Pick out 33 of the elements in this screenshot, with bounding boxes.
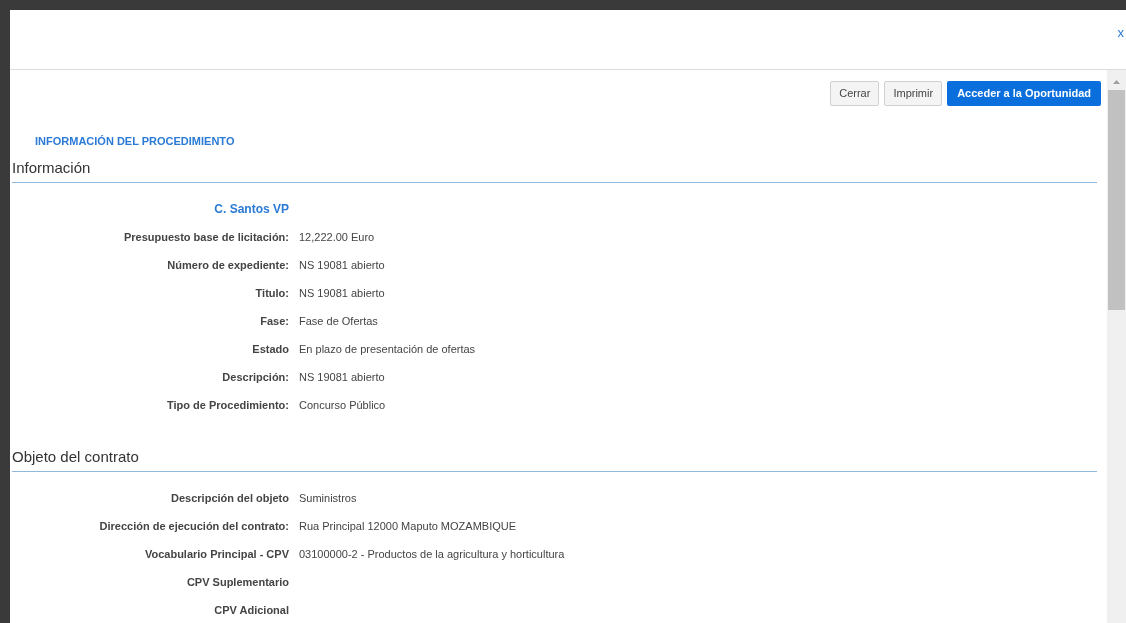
field-label: Número de expediente: — [166, 257, 289, 273]
field-value: 12,222.00 Euro — [299, 229, 375, 245]
field-label: Tipo de Procedimiento: — [165, 397, 289, 413]
field-value: Concurso Público — [299, 397, 386, 413]
field-label: CPV Suplementario — [185, 574, 289, 590]
section-heading: Información — [12, 159, 91, 176]
field-value: NS 19081 abierto — [299, 285, 385, 301]
field-value: NS 19081 abierto — [299, 257, 385, 273]
field-label: Vocabulario Principal - CPV — [143, 546, 289, 562]
section-heading: Objeto del contrato — [12, 448, 139, 465]
field-value: Fase de Ofertas — [299, 313, 378, 329]
field-label: CPV Adicional — [213, 602, 289, 618]
field-label: Titulo: — [254, 285, 289, 301]
scrollbar[interactable] — [1107, 70, 1126, 623]
scrollbar-thumb[interactable] — [1108, 90, 1125, 310]
section-title: INFORMACIÓN DEL PROCEDIMIENTO — [35, 135, 235, 147]
close-button[interactable]: x — [1117, 26, 1124, 39]
field-label: Descripción del objeto — [170, 490, 289, 506]
scroll-up-icon[interactable] — [1113, 80, 1120, 84]
field-label: Fase: — [259, 313, 289, 329]
secondary-button[interactable]: Imprimir — [884, 81, 943, 106]
primary-button[interactable]: Acceder a la Oportunidad — [947, 81, 1101, 106]
field-value: Rua Principal 12000 Maputo MOZAMBIQUE — [299, 518, 517, 534]
secondary-button[interactable]: Cerrar — [830, 81, 880, 106]
field-value: Suministros — [299, 490, 357, 506]
field-value: NS 19081 abierto — [299, 369, 385, 385]
field-label: Estado — [251, 341, 289, 357]
entity-name: C. Santos VP — [213, 201, 289, 218]
field-label: Dirección de ejecución del contrato: — [98, 518, 289, 534]
field-label: Presupuesto base de licitación: — [122, 229, 289, 245]
field-value: 03100000-2 - Productos de la agricultura y horticultura — [299, 546, 565, 562]
field-value: En plazo de presentación de ofertas — [299, 341, 476, 357]
field-label: Descripción: — [221, 369, 289, 385]
